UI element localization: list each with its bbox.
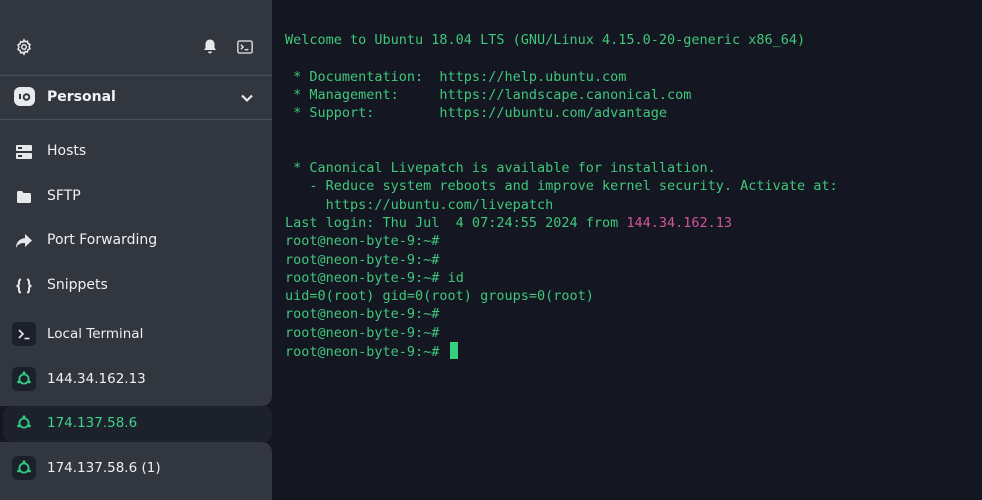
reduce-reboots-line: - Reduce system reboots and improve kern… <box>285 178 838 195</box>
host-label: 144.34.162.13 <box>47 371 146 387</box>
nav-hosts-label: Hosts <box>47 143 87 159</box>
command-line: root@neon-byte-9:~# id <box>285 269 975 287</box>
gear-icon[interactable] <box>14 37 34 57</box>
bell-icon[interactable] <box>200 37 220 57</box>
ubuntu-icon <box>12 456 36 480</box>
host-label: 174.137.58.6 (1) <box>47 460 161 476</box>
nav-sftp-label: SFTP <box>47 188 81 204</box>
vault-logo-icon <box>14 87 35 106</box>
support-line: * Support: https://ubuntu.com/advantage <box>285 105 668 122</box>
ubuntu-icon <box>12 411 36 435</box>
prompt: root@neon-byte-9:~# <box>285 269 440 286</box>
terminal-cursor <box>449 342 458 360</box>
chevron-down-icon[interactable] <box>237 88 257 108</box>
command-text: id <box>439 269 464 286</box>
welcome-line: Welcome to Ubuntu 18.04 LTS (GNU/Linux 4… <box>285 32 806 48</box>
id-output-line: uid=0(root) gid=0(root) groups=0(root) <box>285 288 594 305</box>
documentation-line: * Documentation: https://help.ubuntu.com <box>285 68 627 85</box>
vault-selector[interactable]: Personal <box>0 76 272 119</box>
terminal-lines: Welcome to Ubuntu 18.04 LTS (GNU/Linux 4… <box>285 31 975 360</box>
sidebar-panel: Personal Hosts SFTP Port Forwarding Snip… <box>0 0 272 406</box>
last-login-text: Last login: Thu Jul 4 07:24:55 2024 from <box>285 214 627 231</box>
sidebar: Personal Hosts SFTP Port Forwarding Snip… <box>0 0 272 500</box>
nav-snippets[interactable]: Snippets <box>0 266 272 306</box>
nav-sftp[interactable]: SFTP <box>0 177 272 217</box>
sidebar-panel-bottom: 174.137.58.6 (1) <box>0 442 272 500</box>
prompt-line: root@neon-byte-9:~# <box>285 306 440 323</box>
host-item[interactable]: 174.137.58.6 <box>0 406 272 442</box>
host-label: 174.137.58.6 <box>47 415 138 431</box>
nav-hosts[interactable]: Hosts <box>0 132 272 172</box>
local-terminal-label: Local Terminal <box>47 326 144 342</box>
host-item[interactable]: 174.137.58.6 (1) <box>0 451 272 487</box>
server-icon <box>14 142 34 162</box>
folder-icon <box>14 187 34 207</box>
forward-arrow-icon <box>14 231 34 251</box>
livepatch-url-line: https://ubuntu.com/livepatch <box>285 196 554 213</box>
prompt-line: root@neon-byte-9:~# <box>285 324 440 341</box>
terminal-prompt-icon <box>12 322 36 346</box>
nav-port-forwarding-label: Port Forwarding <box>47 232 158 248</box>
management-line: * Management: https://landscape.canonica… <box>285 86 692 103</box>
current-prompt-line[interactable]: root@neon-byte-9:~# <box>285 342 975 360</box>
host-item[interactable]: 144.34.162.13 <box>0 362 272 398</box>
local-terminal-item[interactable]: Local Terminal <box>0 317 272 353</box>
terminal-output[interactable]: Welcome to Ubuntu 18.04 LTS (GNU/Linux 4… <box>272 0 982 500</box>
nav-snippets-label: Snippets <box>47 277 108 293</box>
braces-icon <box>14 276 34 296</box>
ubuntu-icon <box>12 367 36 391</box>
vault-label: Personal <box>47 89 116 105</box>
last-login-line: Last login: Thu Jul 4 07:24:55 2024 from… <box>285 214 975 232</box>
last-login-ip: 144.34.162.13 <box>626 214 733 231</box>
divider <box>0 119 272 120</box>
prompt: root@neon-byte-9:~# <box>285 344 448 361</box>
prompt-line: root@neon-byte-9:~# <box>285 233 440 250</box>
terminal-icon[interactable] <box>235 37 255 57</box>
livepatch-line: * Canonical Livepatch is available for i… <box>285 160 716 177</box>
prompt-line: root@neon-byte-9:~# <box>285 251 440 268</box>
nav-port-forwarding[interactable]: Port Forwarding <box>0 221 272 261</box>
overlay-text-fragment <box>549 0 974 6</box>
host-item-active[interactable]: 174.137.58.6 <box>3 406 272 442</box>
